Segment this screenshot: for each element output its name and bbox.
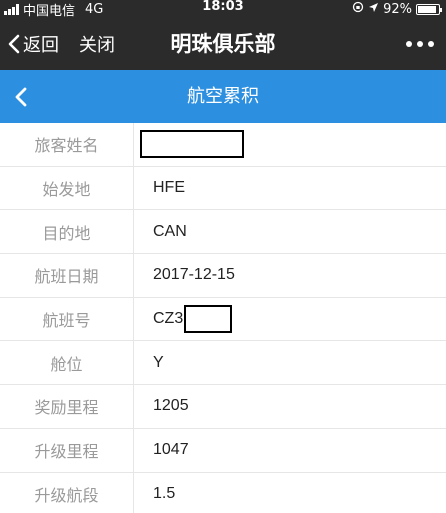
redaction-box [140, 130, 244, 159]
detail-row-destination: 目的地 CAN [0, 210, 446, 255]
detail-label: 旅客姓名 [0, 123, 134, 166]
battery-percent: 92% [383, 1, 412, 17]
detail-label: 升级里程 [0, 428, 134, 472]
detail-row-cabin: 舱位 Y [0, 341, 446, 386]
flight-details-table: 旅客姓名 始发地 HFE 目的地 CAN 航班日期 2017-12-15 航班号… [0, 123, 446, 513]
page-title: 明珠俱乐部 [170, 32, 276, 56]
detail-row-upgrade-miles: 升级里程 1047 [0, 428, 446, 473]
back-label: 返回 [23, 35, 59, 56]
close-label: 关闭 [79, 35, 115, 56]
detail-value: Y [153, 353, 164, 371]
detail-row-flight-number: 航班号 CZ3 [0, 297, 446, 342]
app-header-title: 航空累积 [187, 86, 259, 107]
orientation-lock-icon [352, 1, 364, 17]
detail-label: 航班号 [0, 297, 134, 341]
flight-number-text: CZ3 [153, 310, 184, 328]
wechat-nav-bar: 返回 关闭 明珠俱乐部 [0, 18, 446, 70]
status-right: 92% [352, 0, 442, 18]
location-icon [368, 2, 379, 17]
more-dots-icon[interactable] [406, 18, 434, 70]
app-header: 航空累积 [0, 70, 446, 123]
battery-icon [416, 3, 442, 15]
detail-row-passenger-name: 旅客姓名 [0, 123, 446, 167]
status-bar: 中国电信 4G 18:03 92% [0, 0, 446, 19]
detail-value: CAN [153, 222, 187, 240]
back-button[interactable]: 返回 [8, 18, 59, 70]
detail-row-upgrade-segments: 升级航段 1.5 [0, 472, 446, 513]
chevron-left-icon [8, 34, 20, 54]
detail-value: 1205 [153, 397, 189, 415]
detail-value: 1.5 [153, 484, 176, 502]
detail-row-origin: 始发地 HFE [0, 166, 446, 211]
detail-label: 奖励里程 [0, 385, 134, 428]
detail-value: HFE [153, 179, 185, 197]
detail-row-bonus-miles: 奖励里程 1205 [0, 385, 446, 429]
detail-value: 2017-12-15 [153, 266, 235, 284]
detail-value: 1047 [153, 441, 189, 459]
detail-label: 航班日期 [0, 254, 134, 297]
detail-value: CZ3 [153, 298, 233, 341]
detail-label: 升级航段 [0, 472, 134, 513]
detail-value [140, 123, 244, 166]
detail-row-flight-date: 航班日期 2017-12-15 [0, 254, 446, 298]
detail-label: 舱位 [0, 341, 134, 385]
redaction-box [184, 305, 233, 334]
detail-label: 始发地 [0, 166, 134, 210]
detail-label: 目的地 [0, 210, 134, 254]
close-button[interactable]: 关闭 [79, 18, 115, 70]
